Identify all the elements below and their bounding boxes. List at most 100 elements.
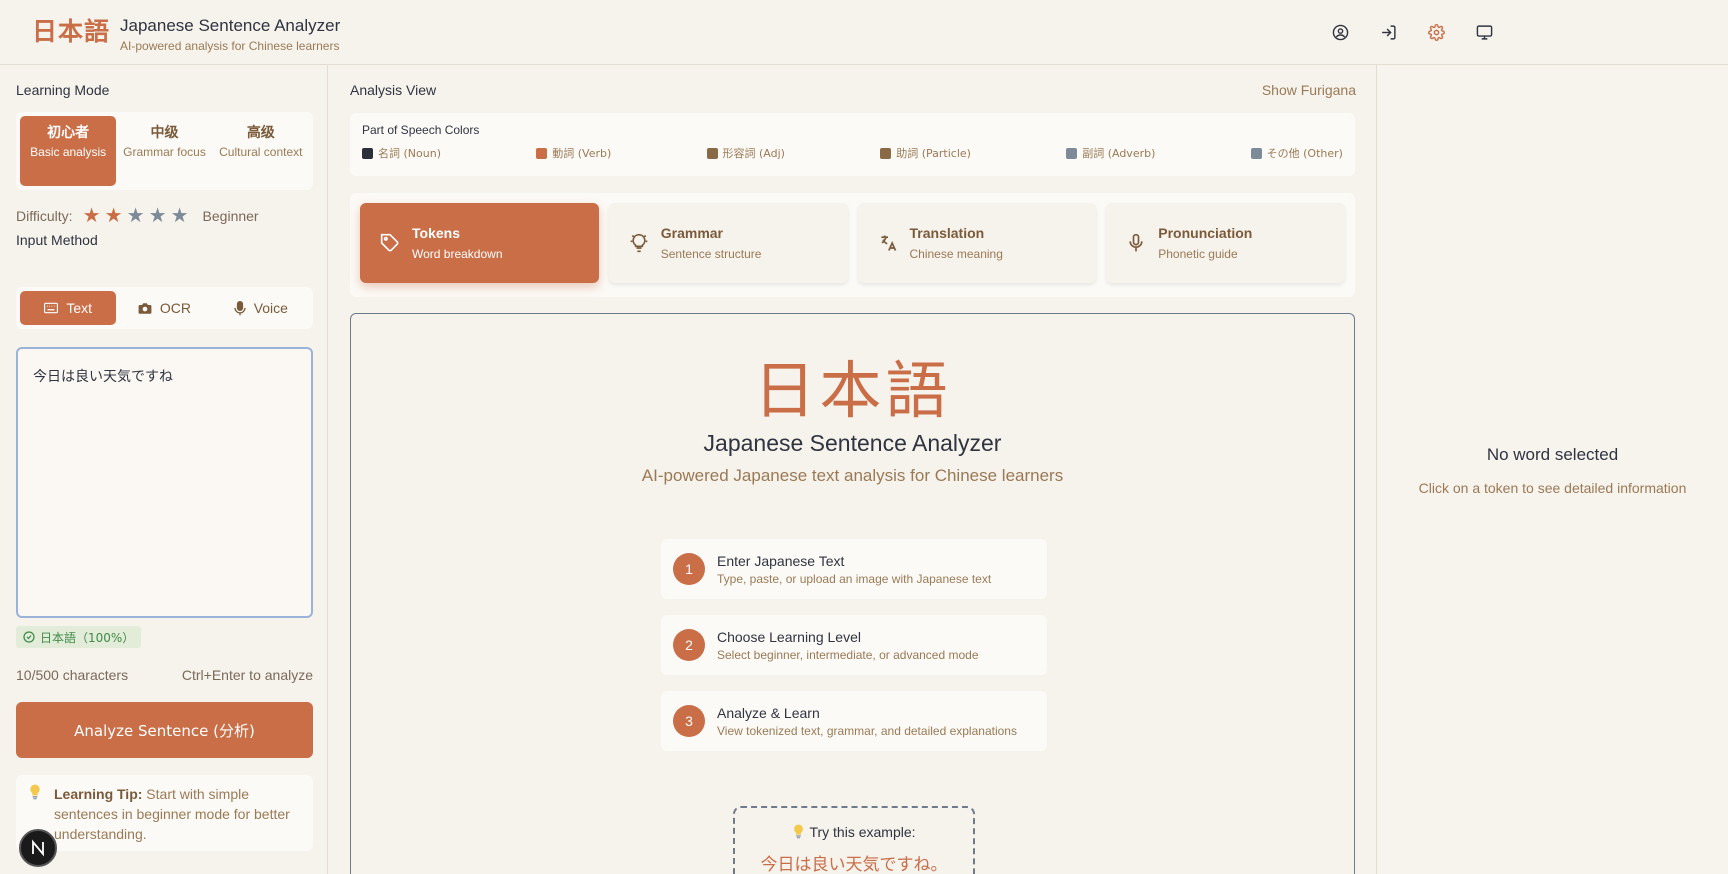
- no-word-selected-title: No word selected: [1486, 445, 1619, 464]
- star-icon[interactable]: ★: [103, 206, 125, 226]
- step-number: 2: [673, 629, 705, 661]
- tab-subtitle: Chinese meaning: [909, 247, 1003, 261]
- input-text-button[interactable]: Text: [20, 291, 117, 325]
- header-actions: [1326, 20, 1518, 44]
- step-description: Select beginner, intermediate, or advanc…: [717, 647, 979, 662]
- mode-kanji: 高级: [246, 125, 275, 141]
- no-word-selected-hint: Click on a token to see detailed informa…: [1418, 480, 1687, 496]
- tab-translation[interactable]: Translation Chinese meaning: [857, 203, 1097, 283]
- tab-title: Tokens: [412, 225, 460, 241]
- tab-title: Grammar: [660, 225, 724, 241]
- monitor-icon[interactable]: [1470, 20, 1498, 44]
- pos-legend-item: 助詞 (Particle): [880, 145, 971, 161]
- tab-subtitle: Word breakdown: [412, 247, 503, 261]
- dev-tools-button[interactable]: [19, 829, 57, 867]
- pos-color-swatch: [362, 147, 373, 159]
- microphone-icon: [1124, 231, 1148, 255]
- mode-beginner-button[interactable]: 初心者 Basic analysis: [20, 116, 117, 186]
- difficulty-rating: Difficulty: ★ ★ ★ ★ ★ Beginner: [16, 206, 259, 226]
- pos-legend-title: Part of Speech Colors: [362, 123, 480, 137]
- microphone-icon: [234, 300, 246, 316]
- login-icon[interactable]: [1374, 20, 1402, 44]
- keyboard-icon: [44, 302, 59, 314]
- step-title: Choose Learning Level: [717, 628, 861, 645]
- mode-kanji: 初心者: [47, 125, 90, 141]
- mode-kanji: 中级: [150, 125, 179, 141]
- pos-label: 名詞 (Noun): [378, 147, 441, 160]
- mode-desc: Basic analysis: [30, 145, 107, 159]
- part-of-speech-legend: Part of Speech Colors 名詞 (Noun) 動詞 (Verb)…: [350, 113, 1355, 176]
- tip-label: Learning Tip:: [54, 786, 143, 802]
- lightbulb-icon: [627, 231, 651, 255]
- try-example-box[interactable]: Try this example: 今日は良い天気ですね。: [733, 806, 975, 874]
- tab-subtitle: Sentence structure: [660, 247, 762, 261]
- n-logo-icon: [32, 839, 44, 857]
- show-furigana-toggle[interactable]: Show Furigana: [1262, 82, 1356, 98]
- hero-title: Japanese Sentence Analyzer: [703, 430, 1002, 456]
- pos-label: その他 (Other): [1266, 147, 1343, 160]
- mode-advanced-button[interactable]: 高级 Cultural context: [213, 116, 309, 186]
- pos-legend-item: 副詞 (Adverb): [1066, 145, 1155, 161]
- example-label-text: Try this example:: [809, 824, 916, 840]
- difficulty-stars: ★ ★ ★ ★ ★: [81, 206, 191, 226]
- learning-tip: Learning Tip: Start with simple sentence…: [16, 775, 313, 851]
- japanese-text-input[interactable]: 今日は良い天気ですね: [16, 347, 313, 618]
- step-number: 3: [673, 705, 705, 737]
- input-ocr-label: OCR: [159, 300, 192, 316]
- star-icon[interactable]: ★: [125, 206, 147, 226]
- tab-grammar[interactable]: Grammar Sentence structure: [608, 203, 848, 283]
- pos-label: 副詞 (Adverb): [1082, 147, 1156, 160]
- tab-title: Pronunciation: [1158, 225, 1253, 241]
- tab-title: Translation: [909, 225, 985, 241]
- settings-icon[interactable]: [1422, 20, 1450, 44]
- pos-legend-item: その他 (Other): [1250, 145, 1343, 161]
- pos-legend-item: 動詞 (Verb): [536, 145, 611, 161]
- input-method-selector: Text OCR Voice: [16, 287, 313, 329]
- input-ocr-button[interactable]: OCR: [116, 291, 212, 325]
- example-sentence[interactable]: 今日は良い天気ですね。: [735, 850, 973, 874]
- step-card: 2 Choose Learning Level Select beginner,…: [661, 615, 1047, 675]
- shortcut-hint: Ctrl+Enter to analyze: [181, 667, 313, 683]
- star-icon[interactable]: ★: [147, 206, 169, 226]
- learning-mode-label: Learning Mode: [16, 82, 110, 98]
- pos-label: 助詞 (Particle): [896, 147, 971, 160]
- word-detail-panel: No word selected Click on a token to see…: [1376, 65, 1728, 874]
- pos-legend-items: 名詞 (Noun) 動詞 (Verb) 形容詞 (Adj) 助詞 (Particle)…: [362, 145, 1343, 161]
- pos-color-swatch: [1250, 147, 1262, 159]
- check-circle-icon: [23, 631, 35, 643]
- user-circle-icon[interactable]: [1326, 20, 1354, 44]
- input-meta-row: 10/500 characters Ctrl+Enter to analyze: [16, 667, 313, 683]
- pos-label: 動詞 (Verb): [552, 147, 612, 160]
- pos-color-swatch: [880, 147, 892, 159]
- analysis-view-label: Analysis View: [350, 82, 437, 98]
- learning-mode-selector: 初心者 Basic analysis 中级 Grammar focus 高级 C…: [16, 112, 313, 190]
- tab-pronunciation[interactable]: Pronunciation Phonetic guide: [1106, 203, 1345, 283]
- input-voice-button[interactable]: Voice: [213, 291, 309, 325]
- tab-subtitle: Phonetic guide: [1158, 247, 1238, 261]
- pos-color-swatch: [706, 147, 718, 159]
- left-panel: Learning Mode 初心者 Basic analysis 中级 Gram…: [0, 65, 328, 874]
- analyze-sentence-button[interactable]: Analyze Sentence (分析): [16, 702, 313, 758]
- star-icon[interactable]: ★: [169, 206, 191, 226]
- analysis-tabs: Tokens Word breakdown Grammar Sentence stru…: [350, 193, 1355, 297]
- pos-label: 形容詞 (Adj): [722, 147, 785, 160]
- difficulty-label: Difficulty:: [16, 208, 73, 224]
- step-description: Type, paste, or upload an image with Jap…: [717, 571, 992, 586]
- hero-subtitle: AI-powered Japanese text analysis for Ch…: [641, 466, 1064, 485]
- input-voice-label: Voice: [253, 300, 288, 316]
- language-detection-badge: 日本語（100%）: [16, 626, 142, 648]
- pos-color-swatch: [536, 147, 548, 159]
- step-number: 1: [673, 553, 705, 585]
- tab-tokens[interactable]: Tokens Word breakdown: [360, 203, 599, 283]
- mode-desc: Grammar focus: [123, 145, 206, 159]
- hero-logo: 日本語: [753, 354, 952, 427]
- welcome-card: 日本語 Japanese Sentence Analyzer AI-powere…: [350, 313, 1355, 874]
- pos-legend-item: 形容詞 (Adj): [706, 145, 785, 161]
- character-count: 10/500 characters: [16, 667, 129, 683]
- pos-legend-item: 名詞 (Noun): [362, 145, 441, 161]
- tag-icon: [378, 231, 402, 255]
- star-icon[interactable]: ★: [81, 206, 103, 226]
- mode-intermediate-button[interactable]: 中级 Grammar focus: [116, 116, 212, 186]
- app-subtitle: AI-powered analysis for Chinese learners: [120, 39, 340, 53]
- input-method-label: Input Method: [16, 232, 98, 248]
